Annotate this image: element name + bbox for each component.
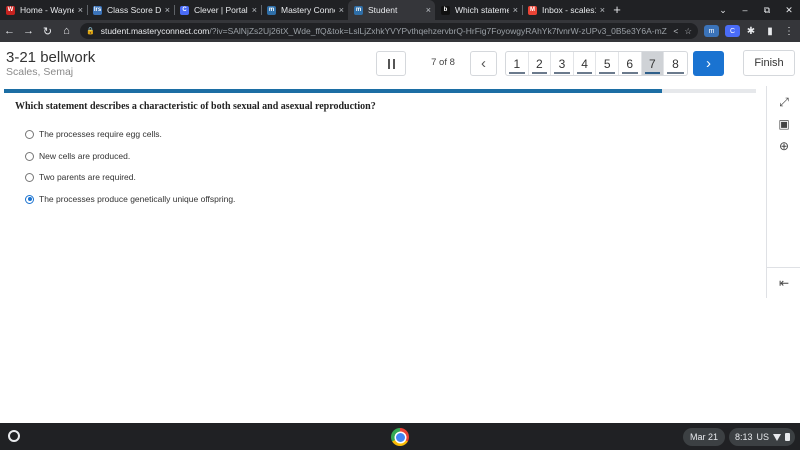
browser-tab-title: Which statement bbox=[455, 5, 509, 15]
mastery-icon: m bbox=[267, 5, 276, 15]
score-icon: lrs bbox=[93, 5, 102, 15]
tab-search-icon[interactable]: ⌄ bbox=[712, 5, 734, 16]
answer-option[interactable]: Two parents are required. bbox=[25, 172, 136, 182]
close-tab-icon[interactable]: × bbox=[252, 5, 257, 15]
assessment-title: 3-21 bellwork bbox=[6, 49, 96, 66]
browser-tab-title: Class Score Detail bbox=[107, 5, 161, 15]
wifi-icon bbox=[773, 433, 782, 441]
previous-question-button[interactable]: ‹ bbox=[470, 51, 497, 76]
url-path: /?iv=SAlNjZs2Uj26tX_Wde_ffQ&tok=LslLjZxh… bbox=[209, 26, 668, 36]
back-arrow-icon[interactable]: ← bbox=[0, 25, 19, 37]
browser-tab[interactable]: M Inbox - scales129 × bbox=[522, 0, 609, 20]
pause-icon bbox=[387, 58, 395, 69]
progress-fill bbox=[4, 89, 662, 93]
bookmark-star-icon[interactable]: ☆ bbox=[678, 26, 692, 37]
extension-clever-icon[interactable]: C bbox=[725, 25, 740, 37]
browser-tab-title: Student bbox=[368, 5, 398, 15]
answer-option-label: New cells are produced. bbox=[39, 151, 131, 161]
home-icon[interactable]: ⌂ bbox=[57, 25, 76, 37]
chevron-right-icon: › bbox=[706, 55, 711, 72]
browser-tab-strip: WHome - Wayne Co×lrsClass Score Detail×C… bbox=[0, 0, 800, 20]
close-tab-icon[interactable]: × bbox=[600, 5, 605, 15]
answer-option-label: Two parents are required. bbox=[39, 172, 136, 182]
question-number-button[interactable]: 1 bbox=[506, 52, 529, 75]
question-number-button[interactable]: 7 bbox=[641, 52, 665, 75]
gmail-icon: M bbox=[528, 5, 537, 15]
reload-icon[interactable]: ↻ bbox=[38, 25, 57, 38]
launcher-icon[interactable] bbox=[8, 430, 20, 442]
radio-button[interactable] bbox=[25, 129, 34, 139]
close-tab-icon[interactable]: × bbox=[513, 5, 518, 15]
school-icon: W bbox=[6, 5, 15, 15]
browser-toolbar: ← → ↻ ⌂ 🔒 student.masteryconnect.com /?i… bbox=[0, 20, 800, 42]
expand-icon[interactable]: ⤢ bbox=[773, 92, 795, 112]
accessibility-icon[interactable]: ⊕ bbox=[773, 136, 795, 156]
answer-option[interactable]: The processes require egg cells. bbox=[25, 129, 162, 139]
sidebar-divider bbox=[767, 267, 800, 268]
radio-button[interactable] bbox=[25, 194, 34, 204]
locale-indicator: US bbox=[756, 432, 770, 442]
browser-tab-title: Clever | Portal bbox=[194, 5, 248, 15]
side-panel-icon[interactable]: ▮ bbox=[762, 26, 778, 37]
browser-tab[interactable]: m Student × bbox=[348, 0, 435, 20]
progress-bar bbox=[4, 89, 756, 93]
radio-button[interactable] bbox=[25, 172, 34, 182]
browser-tab[interactable]: b Which statement × bbox=[435, 0, 522, 20]
close-tab-icon[interactable]: × bbox=[426, 5, 431, 15]
browser-tab[interactable]: lrs Class Score Detail × bbox=[87, 0, 174, 20]
question-number-button[interactable]: 4 bbox=[574, 52, 597, 75]
close-tab-icon[interactable]: × bbox=[165, 5, 170, 15]
question-prompt: Which statement describes a characterist… bbox=[15, 101, 376, 112]
browser-tab[interactable]: W Home - Wayne Co × bbox=[0, 0, 87, 20]
restore-icon[interactable]: ⧉ bbox=[756, 5, 778, 16]
close-tab-icon[interactable]: × bbox=[78, 5, 83, 15]
minimize-icon[interactable]: – bbox=[734, 5, 756, 15]
student-name: Scales, Semaj bbox=[6, 66, 74, 78]
question-navigator: 12345678 bbox=[505, 51, 688, 76]
question-counter: 7 of 8 bbox=[431, 57, 455, 68]
browser-tab-title: Mastery Connect bbox=[281, 5, 335, 15]
mastery-icon: m bbox=[354, 5, 363, 15]
new-tab-icon[interactable]: + bbox=[609, 0, 625, 20]
window-controls: ⌄ – ⧉ ✕ bbox=[712, 0, 800, 20]
system-tray[interactable]: 8:13 US bbox=[729, 428, 795, 446]
finish-button[interactable]: Finish bbox=[743, 50, 795, 76]
clock: 8:13 bbox=[735, 432, 753, 442]
browser-tab-title: Inbox - scales129 bbox=[542, 5, 596, 15]
browser-tab[interactable]: m Mastery Connect × bbox=[261, 0, 348, 20]
answer-option[interactable]: The processes produce genetically unique… bbox=[25, 194, 235, 204]
question-number-button[interactable]: 8 bbox=[664, 52, 687, 75]
extension-mastery-icon[interactable]: m bbox=[704, 25, 719, 37]
close-tab-icon[interactable]: × bbox=[339, 5, 344, 15]
address-bar[interactable]: 🔒 student.masteryconnect.com /?iv=SAlNjZ… bbox=[80, 23, 698, 39]
collapse-panel-icon[interactable]: ⇤ bbox=[773, 273, 795, 293]
pause-button[interactable] bbox=[376, 51, 406, 76]
answer-option[interactable]: New cells are produced. bbox=[25, 151, 130, 161]
share-icon[interactable]: < bbox=[667, 26, 678, 36]
chevron-left-icon: ‹ bbox=[481, 55, 486, 72]
forward-arrow-icon[interactable]: → bbox=[19, 25, 38, 37]
browser-menu-icon[interactable]: ⋮ bbox=[781, 26, 797, 37]
browser-tab[interactable]: C Clever | Portal × bbox=[174, 0, 261, 20]
answer-option-label: The processes produce genetically unique… bbox=[39, 194, 236, 204]
next-question-button[interactable]: › bbox=[693, 51, 724, 76]
url-host: student.masteryconnect.com bbox=[100, 26, 210, 36]
question-number-button[interactable]: 6 bbox=[619, 52, 642, 75]
clever-icon: C bbox=[180, 5, 189, 15]
brainly-icon: b bbox=[441, 5, 450, 15]
chrome-browser-icon[interactable] bbox=[391, 428, 409, 446]
date-display[interactable]: Mar 21 bbox=[683, 428, 725, 446]
annotate-icon[interactable]: ▣ bbox=[773, 114, 795, 134]
extensions-puzzle-icon[interactable]: ✱ bbox=[743, 26, 759, 37]
close-window-icon[interactable]: ✕ bbox=[778, 5, 800, 16]
tools-sidebar: ⤢ ▣ ⊕ ⇤ bbox=[766, 86, 800, 298]
browser-tab-title: Home - Wayne Co bbox=[20, 5, 74, 15]
question-number-button[interactable]: 2 bbox=[529, 52, 552, 75]
radio-button[interactable] bbox=[25, 151, 34, 161]
lock-icon: 🔒 bbox=[86, 28, 95, 35]
question-number-button[interactable]: 5 bbox=[596, 52, 619, 75]
answer-option-label: The processes require egg cells. bbox=[39, 129, 162, 139]
battery-icon bbox=[785, 433, 791, 441]
question-number-button[interactable]: 3 bbox=[551, 52, 574, 75]
